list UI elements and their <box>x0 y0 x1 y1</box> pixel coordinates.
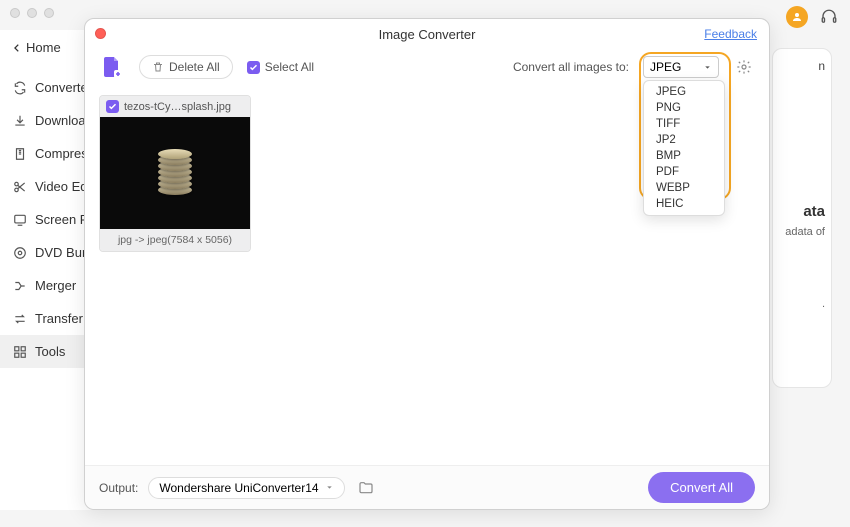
rpanel-sub: adata of <box>779 226 825 238</box>
file-checkbox[interactable] <box>106 100 119 113</box>
sidebar-item-label: Merger <box>35 278 76 293</box>
delete-all-button[interactable]: Delete All <box>139 55 233 79</box>
tl-close[interactable] <box>10 8 20 18</box>
settings-button[interactable] <box>733 56 755 78</box>
format-option-tiff[interactable]: TIFF <box>644 116 724 132</box>
folder-icon <box>358 480 374 496</box>
format-option-jp2[interactable]: JP2 <box>644 132 724 148</box>
feedback-link[interactable]: Feedback <box>704 27 757 41</box>
macos-traffic-lights <box>10 8 54 18</box>
convert-to-label: Convert all images to: <box>513 60 629 74</box>
merge-icon <box>12 278 27 293</box>
output-label: Output: <box>99 481 138 495</box>
format-option-png[interactable]: PNG <box>644 100 724 116</box>
grid-icon <box>12 344 27 359</box>
checkbox-checked-icon <box>247 61 260 74</box>
support-icon[interactable] <box>818 6 840 28</box>
format-option-heic[interactable]: HEIC <box>644 196 724 212</box>
modal-title: Image Converter <box>379 27 476 42</box>
rpanel-heading: ata <box>779 203 825 220</box>
select-all-label: Select All <box>265 60 314 74</box>
screen-icon <box>12 212 27 227</box>
file-card[interactable]: tezos-tCy…splash.jpg jpg -> jpeg(7584 x … <box>99 95 251 252</box>
format-select-wrapper: JPEG JPEG PNG TIFF JP2 BMP PDF WEBP HEIC <box>643 56 719 78</box>
image-converter-window: Image Converter Feedback Delete All Sele… <box>84 18 770 510</box>
output-path-select[interactable]: Wondershare UniConverter14 <box>148 477 344 499</box>
file-meta: jpg -> jpeg(7584 x 5056) <box>100 229 250 251</box>
select-all-checkbox[interactable]: Select All <box>247 60 314 74</box>
trash-icon <box>152 61 164 73</box>
chevron-down-icon <box>703 63 712 72</box>
bottom-bar: Output: Wondershare UniConverter14 Conve… <box>85 465 769 509</box>
format-select[interactable]: JPEG <box>643 56 719 78</box>
close-icon[interactable] <box>95 28 106 39</box>
disc-icon <box>12 245 27 260</box>
format-dropdown: JPEG PNG TIFF JP2 BMP PDF WEBP HEIC <box>643 80 725 216</box>
format-option-webp[interactable]: WEBP <box>644 180 724 196</box>
modal-header: Image Converter Feedback <box>85 19 769 49</box>
format-option-bmp[interactable]: BMP <box>644 148 724 164</box>
download-icon <box>12 113 27 128</box>
delete-all-label: Delete All <box>169 60 220 74</box>
add-file-button[interactable] <box>99 54 125 80</box>
format-value: JPEG <box>650 60 681 74</box>
open-folder-button[interactable] <box>355 477 377 499</box>
tl-min[interactable] <box>27 8 37 18</box>
format-option-pdf[interactable]: PDF <box>644 164 724 180</box>
toolbar: Delete All Select All Convert all images… <box>85 49 769 85</box>
sidebar-item-label: Tools <box>35 344 65 359</box>
avatar[interactable] <box>786 6 808 28</box>
file-name-bar: tezos-tCy…splash.jpg <box>100 96 250 117</box>
sidebar-item-label: Transfer <box>35 311 83 326</box>
sync-icon <box>12 80 27 95</box>
scissors-icon <box>12 179 27 194</box>
rpanel-sub2: . <box>779 298 825 310</box>
tl-max[interactable] <box>44 8 54 18</box>
output-value: Wondershare UniConverter14 <box>159 481 318 495</box>
compress-icon <box>12 146 27 161</box>
back-home-label: Home <box>26 40 61 55</box>
format-option-jpeg[interactable]: JPEG <box>644 84 724 100</box>
right-panel-truncated: n ata adata of . <box>772 48 832 388</box>
coin-stack-image <box>158 151 192 195</box>
file-name: tezos-tCy…splash.jpg <box>124 101 231 113</box>
rpanel-text: n <box>779 59 825 73</box>
convert-all-button[interactable]: Convert All <box>648 472 755 503</box>
chevron-down-icon <box>325 483 334 492</box>
header-right <box>786 6 840 28</box>
file-thumbnail <box>100 117 250 229</box>
gear-icon <box>736 59 752 75</box>
transfer-icon <box>12 311 27 326</box>
